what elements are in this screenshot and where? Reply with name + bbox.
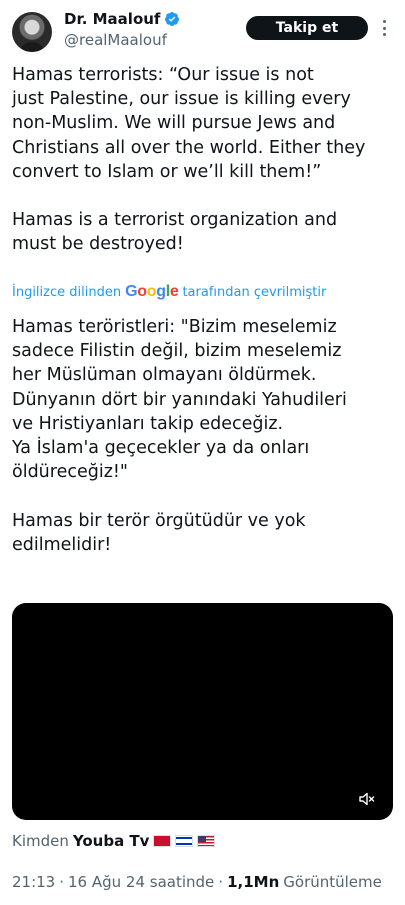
us-flag-icon [197,835,216,847]
views-count: 1,1Mn [227,873,280,891]
meta-separator: · [59,873,65,891]
tweet-date[interactable]: 16 Ağu 24 saatinde [68,873,214,891]
tweet-time[interactable]: 21:13 [12,873,55,891]
tweet-original-text: Hamas terrorists: “Our issue is not just… [12,65,366,255]
video-player[interactable] [12,603,393,820]
source-name[interactable]: Youba Tv [73,832,150,850]
tweet-translated-text: Hamas teröristleri: "Bizim meselemiz sad… [12,317,347,555]
tweet-meta: 21:13 · 16 Ağu 24 saatinde · 1,1Mn Görün… [12,873,382,891]
views-label: Görüntüleme [283,873,382,891]
translation-attribution[interactable]: İngilizce dilinden Google tarafından çev… [12,283,326,301]
author-name-row: Dr. Maalouf [64,10,180,28]
author-display-name[interactable]: Dr. Maalouf [64,10,160,28]
more-vertical-icon[interactable] [380,20,388,36]
follow-button[interactable]: Takip et [246,16,368,40]
avatar[interactable] [12,12,52,52]
tweet-header: Dr. Maalouf @realMaalouf Takip et [0,0,405,60]
meta-separator: · [218,873,224,891]
video-source-line: Kimden Youba Tv [12,832,216,850]
author-handle[interactable]: @realMaalouf [64,31,167,49]
source-prefix: Kimden [12,832,69,850]
google-logo: Google [125,283,179,300]
translation-suffix: tarafından çevrilmiştir [182,284,327,300]
translation-prefix: İngilizce dilinden [12,284,122,300]
verified-badge-icon [165,12,180,26]
speaker-muted-icon[interactable] [359,792,375,806]
israel-flag-icon [175,835,194,847]
flag-icon [153,835,172,847]
